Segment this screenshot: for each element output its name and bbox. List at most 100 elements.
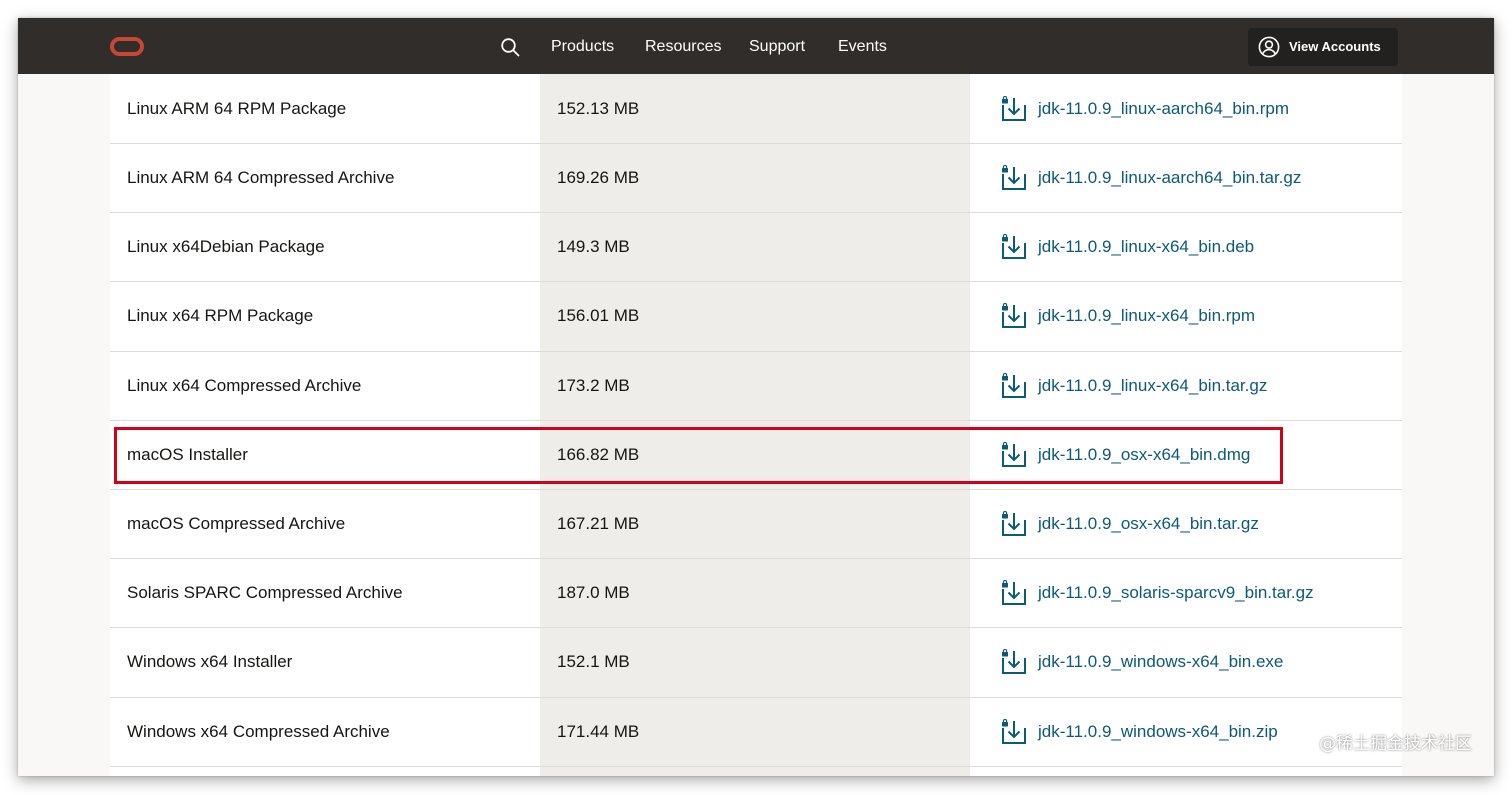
download-filename[interactable]: jdk-11.0.9_linux-x64_bin.rpm	[1038, 306, 1255, 326]
file-size: 152.1 MB	[557, 652, 630, 672]
download-link[interactable]: jdk-11.0.9_solaris-sparcv9_bin.tar.gz	[1000, 580, 1314, 606]
download-filename[interactable]: jdk-11.0.9_osx-x64_bin.dmg	[1038, 445, 1250, 465]
package-name: macOS Installer	[127, 444, 248, 464]
file-size-cell: 149.3 MB	[540, 213, 970, 282]
table-row: Windows x64 Compressed Archive 171.44 MB j…	[110, 697, 1402, 767]
download-lock-icon[interactable]	[1000, 234, 1028, 260]
file-size-cell: 152.13 MB	[540, 74, 970, 143]
package-name: Linux x64Debian Package	[127, 237, 325, 257]
download-cell: jdk-11.0.9_linux-aarch64_bin.rpm	[970, 74, 1402, 143]
table-row: macOS Installer 166.82 MB jdk-11.0.9_osx-x…	[110, 420, 1402, 490]
download-link[interactable]: jdk-11.0.9_osx-x64_bin.dmg	[1000, 441, 1250, 468]
file-size-cell: 169.26 MB	[540, 144, 970, 213]
downloads-table: Linux ARM 64 RPM Package 152.13 MB jdk-11.…	[110, 74, 1402, 776]
download-lock-icon[interactable]	[1000, 649, 1028, 675]
file-size-cell: 166.82 MB	[540, 420, 970, 489]
search-icon[interactable]	[500, 37, 520, 57]
download-lock-icon[interactable]	[1000, 372, 1028, 399]
download-filename[interactable]: jdk-11.0.9_windows-x64_bin.zip	[1038, 722, 1278, 742]
download-cell: jdk-11.0.9_linux-x64_bin.tar.gz	[970, 351, 1402, 420]
download-link[interactable]: jdk-11.0.9_windows-x64_bin.exe	[1000, 649, 1283, 675]
download-filename[interactable]: jdk-11.0.9_linux-aarch64_bin.tar.gz	[1038, 168, 1301, 188]
nav-support[interactable]: Support	[749, 37, 805, 57]
download-lock-icon[interactable]	[1000, 510, 1028, 537]
file-size: 167.21 MB	[557, 514, 640, 534]
file-size: 169.26 MB	[557, 168, 640, 188]
package-name: Linux ARM 64 Compressed Archive	[127, 168, 395, 188]
package-name-cell: Linux ARM 64 RPM Package	[110, 74, 540, 143]
file-size: 156.01 MB	[557, 306, 640, 326]
download-link[interactable]: jdk-11.0.9_linux-x64_bin.tar.gz	[1000, 372, 1267, 399]
download-lock-icon[interactable]	[1000, 303, 1028, 329]
watermark: @稀土掘金技术社区	[1319, 734, 1472, 754]
file-size-cell	[540, 766, 970, 776]
download-cell: jdk-11.0.9_solaris-sparcv9_bin.tar.gz	[970, 559, 1402, 628]
oracle-logo[interactable]	[110, 37, 144, 56]
package-name-cell: Solaris SPARC Compressed Archive	[110, 559, 540, 628]
download-cell	[970, 766, 1402, 776]
table-row: macOS Compressed Archive 167.21 MB jdk-11.…	[110, 489, 1402, 560]
package-name-cell: Windows x64 Installer	[110, 628, 540, 697]
nav-events[interactable]: Events	[838, 37, 887, 57]
download-cell: jdk-11.0.9_linux-x64_bin.rpm	[970, 282, 1402, 351]
table-row: Solaris SPARC Compressed Archive 187.0 MB…	[110, 559, 1402, 629]
package-name: Solaris SPARC Compressed Archive	[127, 583, 403, 603]
view-accounts-button[interactable]: View Accounts	[1248, 28, 1398, 66]
table-row: Linux ARM 64 Compressed Archive 169.26 MB…	[110, 144, 1402, 214]
download-filename[interactable]: jdk-11.0.9_linux-x64_bin.tar.gz	[1038, 376, 1267, 396]
download-lock-icon[interactable]	[1000, 441, 1028, 468]
package-name: Linux x64 Compressed Archive	[127, 375, 362, 395]
download-link[interactable]: jdk-11.0.9_linux-aarch64_bin.rpm	[1000, 95, 1289, 122]
file-size-cell: 171.44 MB	[540, 697, 970, 766]
download-link[interactable]: jdk-11.0.9_linux-x64_bin.rpm	[1000, 303, 1255, 329]
file-size-cell: 156.01 MB	[540, 282, 970, 351]
download-lock-icon[interactable]	[1000, 164, 1028, 191]
table-row: Linux ARM 64 RPM Package 152.13 MB jdk-11.…	[110, 74, 1402, 144]
package-name-cell: macOS Installer	[110, 420, 540, 489]
package-name-cell: Linux x64Debian Package	[110, 213, 540, 282]
file-size: 171.44 MB	[557, 721, 640, 741]
download-link[interactable]: jdk-11.0.9_windows-x64_bin.zip	[1000, 718, 1278, 745]
download-cell: jdk-11.0.9_osx-x64_bin.dmg	[970, 420, 1402, 489]
download-cell: jdk-11.0.9_linux-x64_bin.deb	[970, 213, 1402, 282]
package-name-cell: Linux x64 Compressed Archive	[110, 351, 540, 420]
table-row: Linux x64 RPM Package 156.01 MB jdk-11.0.9…	[110, 282, 1402, 352]
package-name: macOS Compressed Archive	[127, 514, 346, 534]
download-cell: jdk-11.0.9_windows-x64_bin.exe	[970, 628, 1402, 697]
file-size: 149.3 MB	[557, 237, 630, 257]
file-size-cell: 167.21 MB	[540, 489, 970, 559]
table-row: Windows x64 Installer 152.1 MB jdk-11.0.9_…	[110, 628, 1402, 698]
download-filename[interactable]: jdk-11.0.9_linux-aarch64_bin.rpm	[1038, 99, 1289, 119]
nav-resources[interactable]: Resources	[645, 37, 721, 57]
download-lock-icon[interactable]	[1000, 580, 1028, 606]
package-name-cell: Linux ARM 64 Compressed Archive	[110, 144, 540, 213]
download-lock-icon[interactable]	[1000, 718, 1028, 745]
file-size: 152.13 MB	[557, 98, 640, 118]
download-filename[interactable]: jdk-11.0.9_osx-x64_bin.tar.gz	[1038, 514, 1259, 534]
view-accounts-label: View Accounts	[1289, 39, 1381, 54]
download-filename[interactable]: jdk-11.0.9_windows-x64_bin.exe	[1038, 652, 1283, 672]
file-size-cell: 173.2 MB	[540, 351, 970, 420]
package-name: Windows x64 Compressed Archive	[127, 721, 390, 741]
file-size-cell: 152.1 MB	[540, 628, 970, 697]
table-row: Linux x64 Compressed Archive 173.2 MB jdk-…	[110, 351, 1402, 421]
package-name-cell: macOS Compressed Archive	[110, 489, 540, 559]
package-name: Windows x64 Installer	[127, 652, 293, 672]
download-cell: jdk-11.0.9_osx-x64_bin.tar.gz	[970, 489, 1402, 559]
nav-products[interactable]: Products	[551, 37, 614, 57]
package-name-cell: Windows x64 Compressed Archive	[110, 697, 540, 766]
download-filename[interactable]: jdk-11.0.9_linux-x64_bin.deb	[1038, 237, 1254, 257]
account-icon	[1258, 36, 1280, 58]
file-size-cell: 187.0 MB	[540, 559, 970, 628]
download-cell: jdk-11.0.9_linux-aarch64_bin.tar.gz	[970, 144, 1402, 213]
download-link[interactable]: jdk-11.0.9_osx-x64_bin.tar.gz	[1000, 510, 1259, 537]
file-size: 166.82 MB	[557, 444, 640, 464]
download-link[interactable]: jdk-11.0.9_linux-aarch64_bin.tar.gz	[1000, 164, 1301, 191]
download-lock-icon[interactable]	[1000, 95, 1028, 122]
download-link[interactable]: jdk-11.0.9_linux-x64_bin.deb	[1000, 234, 1254, 260]
file-size: 187.0 MB	[557, 583, 630, 603]
table-row: Linux x64Debian Package 149.3 MB jdk-11.0.…	[110, 213, 1402, 283]
package-name-cell	[110, 766, 540, 776]
download-filename[interactable]: jdk-11.0.9_solaris-sparcv9_bin.tar.gz	[1038, 583, 1314, 603]
package-name: Linux ARM 64 RPM Package	[127, 98, 347, 118]
